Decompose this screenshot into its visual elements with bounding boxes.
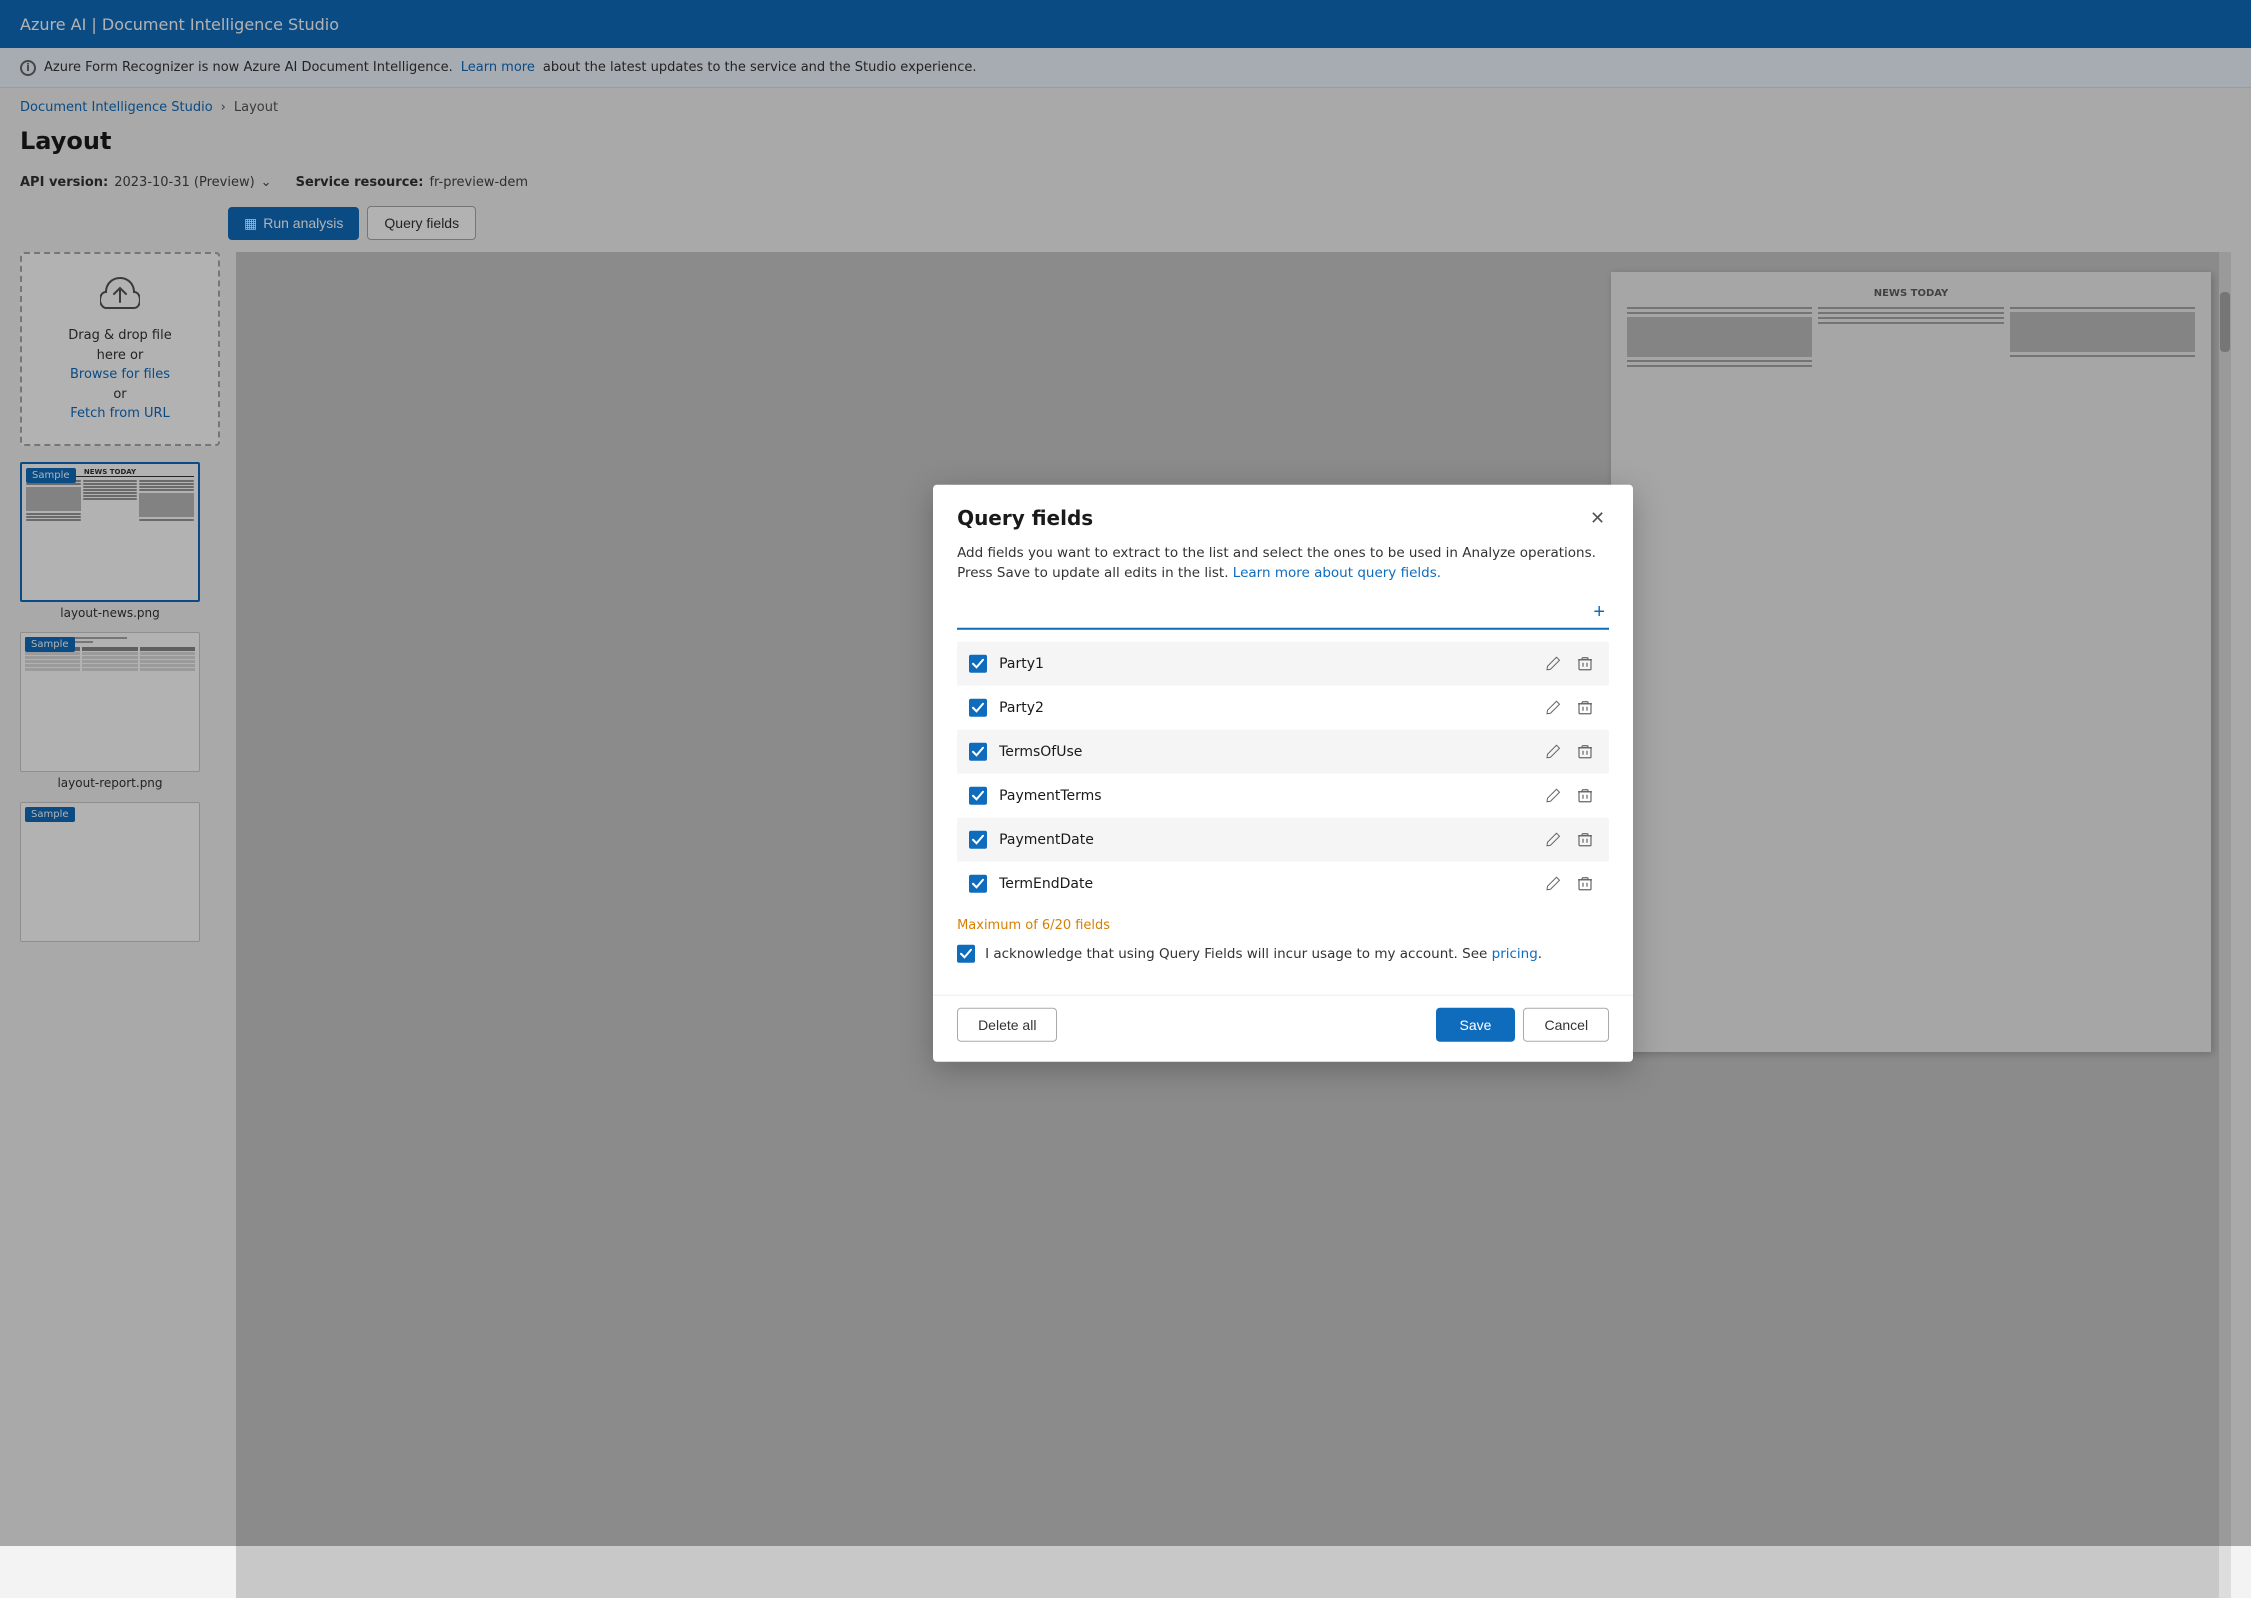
field-item-party2: Party2 bbox=[957, 685, 1609, 729]
field-checkbox-paymentterms[interactable] bbox=[969, 786, 987, 804]
modal-title: Query fields bbox=[957, 506, 1093, 530]
field-actions-party1 bbox=[1541, 651, 1597, 675]
field-checkbox-party1[interactable] bbox=[969, 654, 987, 672]
add-field-row: + bbox=[957, 599, 1609, 629]
delete-paymentterms-button[interactable] bbox=[1573, 783, 1597, 807]
modal-body: Add fields you want to extract to the li… bbox=[933, 543, 1633, 995]
max-fields-note: Maximum of 6/20 fields bbox=[957, 917, 1609, 932]
acknowledge-text: I acknowledge that using Query Fields wi… bbox=[985, 945, 1542, 961]
modal-footer: Delete all Save Cancel bbox=[933, 994, 1633, 1061]
cancel-button[interactable]: Cancel bbox=[1523, 1007, 1609, 1041]
field-name-termenddate: TermEndDate bbox=[999, 875, 1541, 891]
field-name-party2: Party2 bbox=[999, 699, 1541, 715]
add-field-input[interactable] bbox=[957, 599, 1589, 623]
field-actions-party2 bbox=[1541, 695, 1597, 719]
footer-right: Save Cancel bbox=[1436, 1007, 1610, 1041]
modal-close-button[interactable]: ✕ bbox=[1586, 505, 1609, 531]
fields-list: Party1 Party2 bbox=[957, 641, 1609, 905]
acknowledge-checkbox[interactable] bbox=[957, 944, 975, 962]
field-checkbox-paymentdate[interactable] bbox=[969, 830, 987, 848]
edit-termenddate-button[interactable] bbox=[1541, 871, 1565, 895]
field-checkbox-termenddate[interactable] bbox=[969, 874, 987, 892]
query-fields-modal: Query fields ✕ Add fields you want to ex… bbox=[933, 485, 1633, 1062]
edit-party1-button[interactable] bbox=[1541, 651, 1565, 675]
field-actions-paymentdate bbox=[1541, 827, 1597, 851]
field-actions-paymentterms bbox=[1541, 783, 1597, 807]
delete-termsofuse-button[interactable] bbox=[1573, 739, 1597, 763]
add-field-button[interactable]: + bbox=[1589, 601, 1609, 621]
field-actions-termsofuse bbox=[1541, 739, 1597, 763]
field-item-termenddate: TermEndDate bbox=[957, 861, 1609, 905]
field-item-paymentdate: PaymentDate bbox=[957, 817, 1609, 861]
field-name-paymentterms: PaymentTerms bbox=[999, 787, 1541, 803]
field-checkbox-party2[interactable] bbox=[969, 698, 987, 716]
delete-termenddate-button[interactable] bbox=[1573, 871, 1597, 895]
plus-icon: + bbox=[1593, 600, 1605, 622]
modal-header: Query fields ✕ bbox=[933, 485, 1633, 543]
field-item-termsofuse: TermsOfUse bbox=[957, 729, 1609, 773]
save-button[interactable]: Save bbox=[1436, 1007, 1516, 1041]
modal-description: Add fields you want to extract to the li… bbox=[957, 543, 1609, 584]
field-item-paymentterms: PaymentTerms bbox=[957, 773, 1609, 817]
edit-paymentterms-button[interactable] bbox=[1541, 783, 1565, 807]
edit-termsofuse-button[interactable] bbox=[1541, 739, 1565, 763]
field-item-party1: Party1 bbox=[957, 641, 1609, 685]
delete-paymentdate-button[interactable] bbox=[1573, 827, 1597, 851]
acknowledge-row: I acknowledge that using Query Fields wi… bbox=[957, 944, 1609, 962]
delete-party2-button[interactable] bbox=[1573, 695, 1597, 719]
pricing-link[interactable]: pricing bbox=[1492, 945, 1538, 961]
delete-party1-button[interactable] bbox=[1573, 651, 1597, 675]
edit-party2-button[interactable] bbox=[1541, 695, 1565, 719]
field-actions-termenddate bbox=[1541, 871, 1597, 895]
field-name-paymentdate: PaymentDate bbox=[999, 831, 1541, 847]
edit-paymentdate-button[interactable] bbox=[1541, 827, 1565, 851]
field-name-termsofuse: TermsOfUse bbox=[999, 743, 1541, 759]
field-checkbox-termsofuse[interactable] bbox=[969, 742, 987, 760]
delete-all-button[interactable]: Delete all bbox=[957, 1007, 1057, 1041]
field-name-party1: Party1 bbox=[999, 655, 1541, 671]
learn-more-link[interactable]: Learn more about query fields. bbox=[1233, 565, 1441, 581]
